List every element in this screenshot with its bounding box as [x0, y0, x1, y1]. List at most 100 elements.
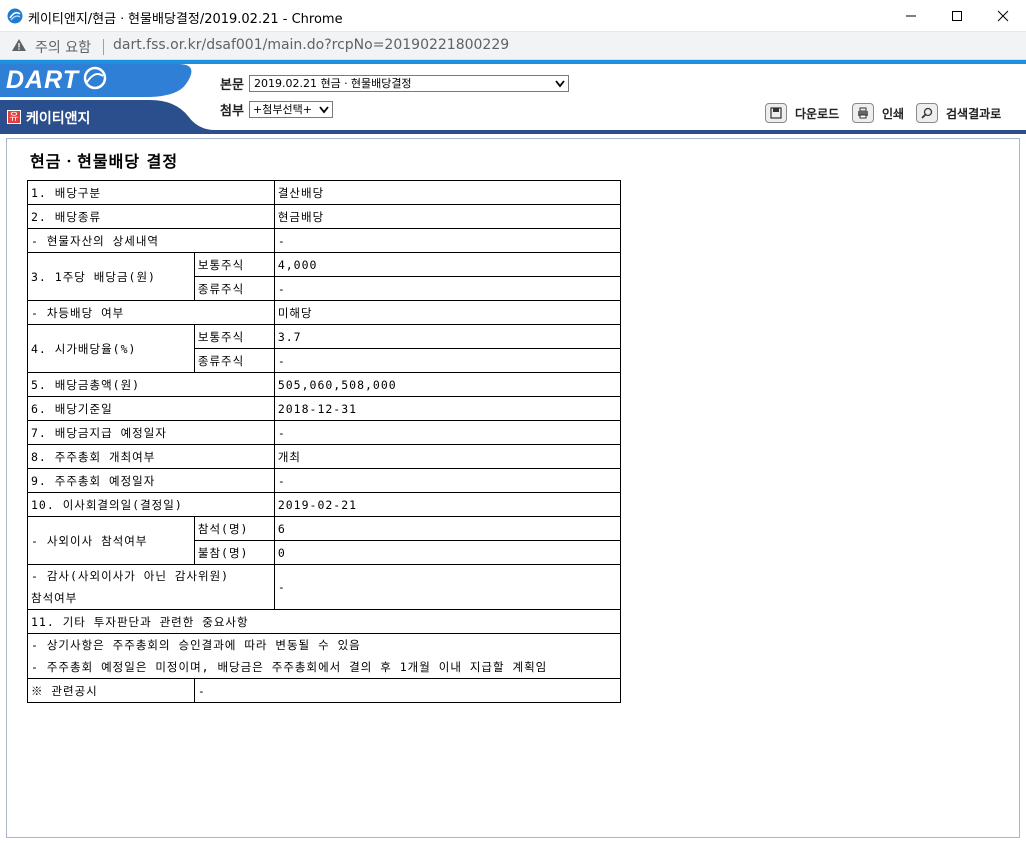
table-row: 3. 1주당 배당금(원) 보통주식 4,000: [27, 252, 622, 301]
table-cell-notes: - 상기사항은 주주총회의 승인결과에 따라 변동될 수 있음 - 주주총회 예…: [27, 633, 621, 679]
table-cell-value: -: [193, 678, 622, 703]
print-label: 인쇄: [882, 106, 905, 121]
table-cell-label: - 사외이사 참석여부: [27, 516, 195, 565]
url-text[interactable]: dart.fss.or.kr/dsaf001/main.do?rcpNo=201…: [113, 37, 509, 53]
chevron-down-icon: [555, 80, 565, 88]
download-label: 다운로드: [795, 106, 840, 121]
printer-icon: [852, 103, 874, 123]
table-cell-sublabel: 보통주식: [193, 252, 275, 277]
table-cell-label: 4. 시가배당율(%): [27, 324, 195, 373]
address-divider: [103, 39, 104, 55]
table-row: 5. 배당금총액(원) 505,060,508,000: [27, 372, 622, 397]
window-title: 케이티앤지/현금ㆍ현물배당결정/2019.02.21 - Chrome: [28, 12, 343, 27]
table-cell-label: 1. 배당구분: [27, 180, 275, 205]
table-row: - 현물자산의 상세내역 -: [27, 228, 622, 253]
table-row: 10. 이사회결의일(결정일) 2019-02-21: [27, 492, 622, 517]
security-warning-text[interactable]: 주의 요함: [35, 37, 91, 57]
table-cell-sublabel: 종류주식: [193, 348, 275, 373]
print-button[interactable]: 인쇄: [852, 102, 904, 124]
table-cell-label: 11. 기타 투자판단과 관련한 중요사항: [27, 609, 621, 634]
table-cell-value: -: [273, 468, 622, 493]
auditor-label-line-1: - 감사(사외이사가 아닌 감사위원): [31, 569, 230, 583]
table-cell-value: -: [273, 564, 622, 610]
dividend-report-table: 1. 배당구분 결산배당 2. 배당종류 현금배당 - 현물자산의 상세내역 -…: [27, 180, 622, 703]
table-cell-value: 4,000: [273, 252, 622, 277]
table-cell-value: 0: [273, 540, 622, 565]
report-select[interactable]: 2019.02.21 현금ㆍ현물배당결정: [249, 75, 569, 92]
table-row: - 사외이사 참석여부 참석(명) 6: [27, 516, 622, 565]
table-cell-label: 9. 주주총회 예정일자: [27, 468, 275, 493]
minimize-button[interactable]: [888, 0, 934, 32]
table-row: - 상기사항은 주주총회의 승인결과에 따라 변동될 수 있음 - 주주총회 예…: [27, 633, 621, 679]
address-bar[interactable]: 주의 요함 dart.fss.or.kr/dsaf001/main.do?rcp…: [0, 32, 1026, 60]
dart-logo-circle-icon: [83, 66, 107, 90]
company-type-badge: 유: [7, 110, 21, 124]
header-bottom-stripe: [0, 130, 1026, 134]
table-cell-label: 2. 배당종류: [27, 204, 275, 229]
table-cell-value: 2018-12-31: [273, 396, 622, 421]
minimize-icon: [906, 15, 916, 17]
table-row: 9. 주주총회 예정일자 -: [27, 468, 622, 493]
magnifier-icon: [916, 103, 938, 123]
close-button[interactable]: [980, 0, 1026, 32]
table-cell-label: - 감사(사외이사가 아닌 감사위원) 참석여부: [27, 564, 275, 610]
attachment-label: 첨부: [220, 104, 244, 119]
download-button[interactable]: 다운로드: [765, 102, 839, 124]
close-icon: [997, 10, 1009, 22]
table-row: 6. 배당기준일 2018-12-31: [27, 396, 622, 421]
table-cell-value: 현금배당: [273, 204, 622, 229]
search-result-label: 검색결과로: [946, 106, 1002, 121]
table-cell-label: 5. 배당금총액(원): [27, 372, 275, 397]
note-line-2: - 주주총회 예정일은 미정이며, 배당금은 주주총회에서 결의 후 1개월 이…: [31, 660, 548, 674]
table-row: 2. 배당종류 현금배당: [27, 204, 622, 229]
warning-icon[interactable]: [11, 38, 27, 52]
table-row: 11. 기타 투자판단과 관련한 중요사항: [27, 609, 621, 634]
document-title: 현금ㆍ현물배당 결정: [30, 152, 179, 171]
attachment-select[interactable]: +첨부선택+: [249, 101, 333, 118]
table-cell-value: 6: [273, 516, 622, 541]
report-select-value: 2019.02.21 현금ㆍ현물배당결정: [254, 77, 412, 90]
table-cell-label: ※ 관련공시: [27, 678, 195, 703]
dart-header: DART 유 케이티앤지 본문 2019.02.21 현금ㆍ현물배당결정 첨부 …: [0, 60, 1026, 134]
table-cell-value: 미해당: [273, 300, 622, 325]
floppy-disk-icon: [765, 103, 787, 123]
table-cell-value: -: [273, 228, 622, 253]
table-cell-label: 7. 배당금지급 예정일자: [27, 420, 275, 445]
dart-logo[interactable]: DART: [6, 66, 79, 95]
table-cell-label: 6. 배당기준일: [27, 396, 275, 421]
table-cell-value: 결산배당: [273, 180, 622, 205]
attachment-select-value: +첨부선택+: [253, 103, 312, 116]
table-cell-sublabel: 종류주식: [193, 276, 275, 301]
table-cell-sublabel: 보통주식: [193, 324, 275, 349]
table-row: 4. 시가배당율(%) 보통주식 3.7: [27, 324, 622, 373]
table-row: 7. 배당금지급 예정일자 -: [27, 420, 622, 445]
table-cell-label: 8. 주주총회 개최여부: [27, 444, 275, 469]
table-cell-label: - 현물자산의 상세내역: [27, 228, 275, 253]
table-row: ※ 관련공시 -: [27, 678, 622, 703]
table-cell-value: 개최: [273, 444, 622, 469]
main-doc-label: 본문: [220, 78, 244, 93]
table-cell-value: 2019-02-21: [273, 492, 622, 517]
table-cell-value: 3.7: [273, 324, 622, 349]
auditor-label-line-2: 참석여부: [31, 591, 78, 605]
table-row: 8. 주주총회 개최여부 개최: [27, 444, 622, 469]
table-cell-label: 10. 이사회결의일(결정일): [27, 492, 275, 517]
table-cell-value: -: [273, 276, 622, 301]
company-name: 케이티앤지: [26, 111, 91, 127]
table-cell-value: -: [273, 420, 622, 445]
window-titlebar: 케이티앤지/현금ㆍ현물배당결정/2019.02.21 - Chrome: [0, 0, 1026, 32]
chevron-down-icon: [319, 106, 329, 114]
dart-app-icon: [7, 8, 23, 24]
table-row: 1. 배당구분 결산배당: [27, 180, 622, 205]
table-cell-label: 3. 1주당 배당금(원): [27, 252, 195, 301]
table-row: - 감사(사외이사가 아닌 감사위원) 참석여부 -: [27, 564, 622, 610]
back-to-search-button[interactable]: 검색결과로: [916, 102, 1001, 124]
maximize-icon: [952, 11, 962, 21]
note-line-1: - 상기사항은 주주총회의 승인결과에 따라 변동될 수 있음: [31, 638, 361, 652]
maximize-button[interactable]: [934, 0, 980, 32]
table-cell-sublabel: 참석(명): [193, 516, 275, 541]
table-row: - 차등배당 여부 미해당: [27, 300, 622, 325]
table-cell-value: -: [273, 348, 622, 373]
table-cell-sublabel: 불참(명): [193, 540, 275, 565]
table-cell-label: - 차등배당 여부: [27, 300, 275, 325]
